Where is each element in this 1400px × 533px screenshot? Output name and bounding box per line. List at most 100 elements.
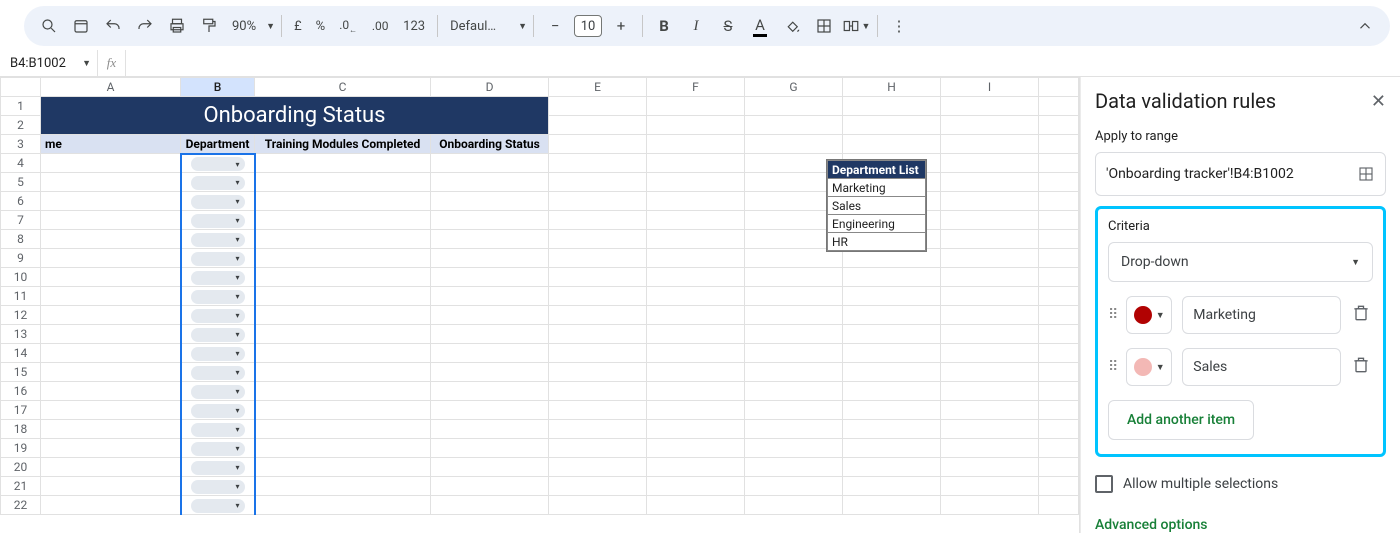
cell[interactable]: [41, 458, 181, 477]
cell[interactable]: [1039, 249, 1079, 268]
cell[interactable]: [431, 401, 549, 420]
dropdown-chip[interactable]: [191, 233, 245, 247]
cell[interactable]: [255, 420, 431, 439]
cell[interactable]: [549, 401, 647, 420]
row-header[interactable]: 22: [1, 496, 41, 515]
row-header[interactable]: 9: [1, 249, 41, 268]
currency-button[interactable]: £: [288, 19, 308, 34]
cell[interactable]: [431, 173, 549, 192]
cell[interactable]: [255, 325, 431, 344]
col-header[interactable]: G: [745, 78, 843, 97]
cell[interactable]: [431, 477, 549, 496]
fill-color-button[interactable]: [777, 11, 807, 41]
cell[interactable]: [941, 477, 1039, 496]
dropdown-cell[interactable]: [181, 306, 255, 325]
font-size-input[interactable]: 10: [574, 15, 602, 37]
cell[interactable]: [1039, 458, 1079, 477]
font-select[interactable]: Defaul… ▼: [444, 19, 527, 34]
row-header[interactable]: 6: [1, 192, 41, 211]
dropdown-chip[interactable]: [191, 347, 245, 361]
cell[interactable]: [1039, 154, 1079, 173]
cell[interactable]: [431, 496, 549, 515]
cell[interactable]: [745, 268, 843, 287]
cell[interactable]: [647, 401, 745, 420]
more-toolbar-button[interactable]: ⋮: [884, 11, 914, 41]
cell[interactable]: [1039, 477, 1079, 496]
option-value-input[interactable]: Marketing: [1182, 296, 1341, 334]
increase-decimal-button[interactable]: .00: [365, 11, 395, 41]
cell[interactable]: Onboarding Status: [431, 135, 549, 154]
cell[interactable]: [549, 325, 647, 344]
cell[interactable]: [431, 439, 549, 458]
cell[interactable]: [41, 401, 181, 420]
cell[interactable]: [255, 192, 431, 211]
drag-handle-icon[interactable]: ⠿: [1108, 307, 1116, 323]
cell[interactable]: [255, 230, 431, 249]
cell[interactable]: [647, 306, 745, 325]
cell[interactable]: [843, 344, 941, 363]
cell[interactable]: [41, 420, 181, 439]
cell[interactable]: [431, 306, 549, 325]
cell[interactable]: [431, 211, 549, 230]
cell[interactable]: [41, 477, 181, 496]
dropdown-chip[interactable]: [191, 442, 245, 456]
dropdown-chip[interactable]: [191, 290, 245, 304]
row-header[interactable]: 18: [1, 420, 41, 439]
dropdown-cell[interactable]: [181, 496, 255, 515]
dropdown-chip[interactable]: [191, 271, 245, 285]
row-header[interactable]: 4: [1, 154, 41, 173]
dept-list-item[interactable]: Marketing: [828, 179, 926, 197]
cell[interactable]: [255, 496, 431, 515]
cell[interactable]: [255, 477, 431, 496]
cell[interactable]: [41, 344, 181, 363]
cell[interactable]: [41, 496, 181, 515]
cell[interactable]: [431, 268, 549, 287]
cell[interactable]: [41, 325, 181, 344]
dropdown-chip[interactable]: [191, 480, 245, 494]
cell[interactable]: [255, 458, 431, 477]
cell[interactable]: [41, 173, 181, 192]
cell[interactable]: [843, 477, 941, 496]
cell[interactable]: [549, 306, 647, 325]
col-header[interactable]: E: [549, 78, 647, 97]
cell[interactable]: [1039, 325, 1079, 344]
cell[interactable]: [745, 496, 843, 515]
allow-multiple-checkbox[interactable]: [1095, 475, 1113, 493]
cell[interactable]: [255, 249, 431, 268]
dropdown-cell[interactable]: [181, 477, 255, 496]
undo-button[interactable]: [98, 11, 128, 41]
cell[interactable]: [647, 382, 745, 401]
cell[interactable]: [1039, 401, 1079, 420]
col-header[interactable]: F: [647, 78, 745, 97]
dropdown-cell[interactable]: [181, 268, 255, 287]
cell[interactable]: [255, 439, 431, 458]
cell[interactable]: [941, 249, 1039, 268]
cell[interactable]: [941, 154, 1039, 173]
cell[interactable]: [549, 363, 647, 382]
cell[interactable]: [941, 287, 1039, 306]
row-header[interactable]: 14: [1, 344, 41, 363]
cell[interactable]: [941, 458, 1039, 477]
cell[interactable]: [843, 401, 941, 420]
cell[interactable]: [647, 268, 745, 287]
dropdown-cell[interactable]: [181, 420, 255, 439]
cell[interactable]: [843, 439, 941, 458]
cell[interactable]: [647, 154, 745, 173]
cell[interactable]: [647, 420, 745, 439]
cell[interactable]: [431, 249, 549, 268]
cell[interactable]: [549, 287, 647, 306]
cell[interactable]: [941, 420, 1039, 439]
cell[interactable]: [255, 382, 431, 401]
row-header[interactable]: 1: [1, 97, 41, 116]
cell[interactable]: [843, 458, 941, 477]
bold-button[interactable]: B: [649, 11, 679, 41]
cell[interactable]: [647, 325, 745, 344]
cell[interactable]: [941, 401, 1039, 420]
dropdown-cell[interactable]: [181, 211, 255, 230]
italic-button[interactable]: I: [681, 11, 711, 41]
dropdown-chip[interactable]: [191, 176, 245, 190]
cell[interactable]: [41, 382, 181, 401]
cell[interactable]: [745, 325, 843, 344]
search-icon[interactable]: [34, 11, 64, 41]
cell[interactable]: [1039, 268, 1079, 287]
